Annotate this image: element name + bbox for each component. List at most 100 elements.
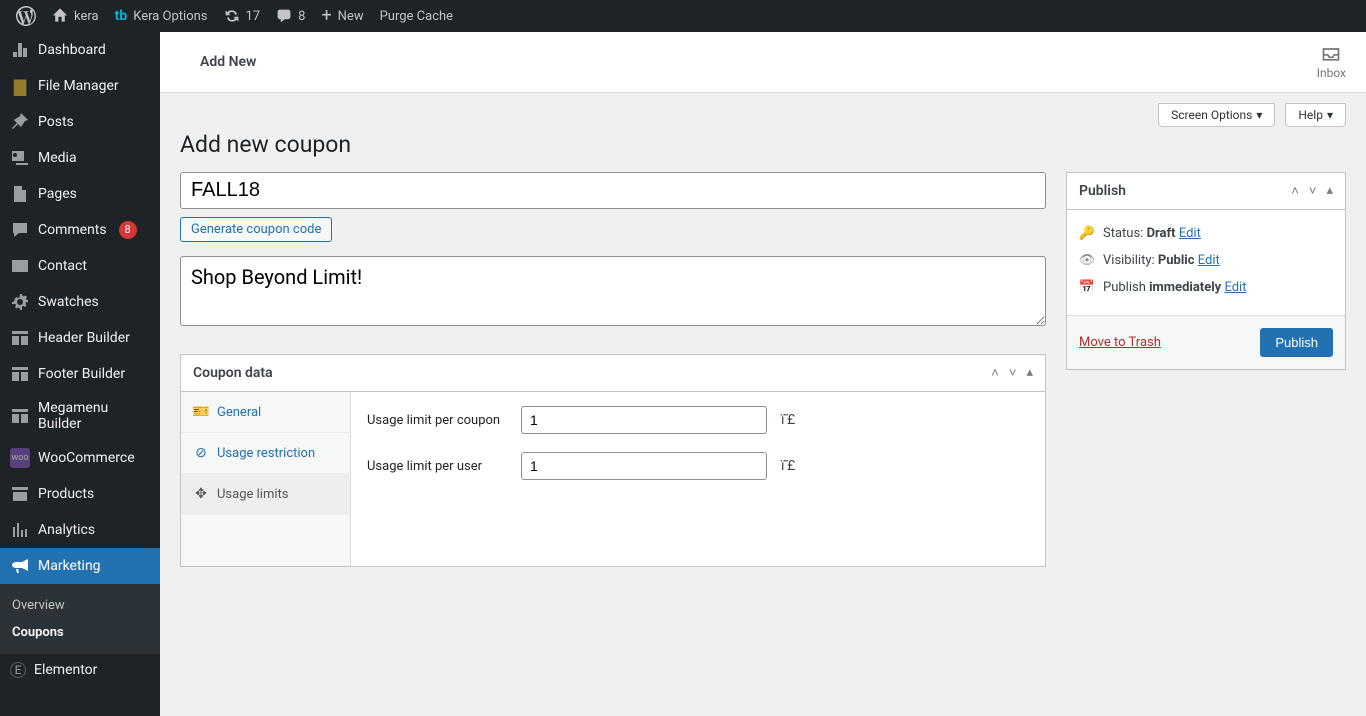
sidebar-item-dashboard[interactable]: Dashboard [0, 32, 160, 68]
generate-code-button[interactable]: Generate coupon code [180, 217, 332, 242]
megaphone-icon [10, 556, 30, 576]
move-to-trash-link[interactable]: Move to Trash [1079, 335, 1161, 350]
sidebar-item-comments[interactable]: Comments8 [0, 212, 160, 248]
sidebar-item-analytics[interactable]: Analytics [0, 512, 160, 548]
coupon-description-input[interactable]: Shop Beyond Limit! [180, 256, 1046, 326]
screen-options-tab[interactable]: Screen Options ▾ [1158, 103, 1275, 127]
main-content: Add New Inbox Screen Options ▾ Help ▾ Ad… [160, 0, 1366, 716]
move-icon: ✥ [193, 486, 209, 502]
woo-icon: woo [10, 448, 30, 468]
adminbar-comments-count: 8 [298, 9, 305, 24]
sidebar-item-label: Footer Builder [38, 366, 125, 382]
caret-down-icon: ▾ [1327, 108, 1333, 122]
limit-user-label: Usage limit per user [367, 459, 507, 474]
chevron-up-icon[interactable]: ˄ [991, 365, 999, 381]
new-content-link[interactable]: + New [313, 0, 371, 32]
updates-link[interactable]: 17 [216, 0, 269, 32]
purge-label: Purge Cache [380, 9, 453, 24]
site-home-link[interactable]: kera [44, 0, 107, 32]
limit-user-input[interactable] [521, 452, 767, 480]
status-value: Draft [1147, 226, 1176, 241]
eye-icon: 👁 [1079, 253, 1095, 268]
publish-button[interactable]: Publish [1260, 328, 1333, 357]
edit-visibility-link[interactable]: Edit [1198, 253, 1220, 268]
screen-meta-tabs: Screen Options ▾ Help ▾ [180, 103, 1346, 127]
sidebar-item-posts[interactable]: Posts [0, 104, 160, 140]
sidebar-item-label: Pages [38, 186, 77, 202]
sidebar-item-file-manager[interactable]: ▇ File Manager [0, 68, 160, 104]
submenu-overview[interactable]: Overview [0, 592, 160, 619]
sidebar-item-label: Marketing [38, 558, 101, 574]
chart-icon [10, 520, 30, 540]
visibility-row: 👁 Visibility: Public Edit [1079, 247, 1333, 274]
coupon-code-input[interactable] [180, 172, 1046, 209]
page-title: Add new coupon [180, 131, 1346, 158]
inbox-icon [1321, 44, 1341, 64]
sidebar-item-contact[interactable]: Contact [0, 248, 160, 284]
sidebar-item-label: Elementor [34, 662, 97, 678]
sidebar-item-elementor[interactable]: EElementor [0, 654, 160, 686]
publish-header: Publish ˄ ˅ ▴ [1067, 173, 1345, 210]
refresh-icon[interactable]: ï˜£ [781, 412, 793, 428]
coupon-data-box: Coupon data ˄ ˅ ▴ 🎫General ⊘Usage restri… [180, 354, 1046, 567]
sidebar-item-marketing[interactable]: Marketing [0, 548, 160, 584]
purge-cache-link[interactable]: Purge Cache [372, 0, 461, 32]
sidebar-item-megamenu[interactable]: Megamenu Builder [0, 392, 160, 440]
dashboard-icon [10, 40, 30, 60]
key-icon: 🔑 [1079, 226, 1095, 241]
inbox-label: Inbox [1317, 66, 1346, 80]
sidebar-item-woocommerce[interactable]: woo WooCommerce [0, 440, 160, 476]
publish-heading: Publish [1079, 183, 1126, 199]
caret-up-icon[interactable]: ▴ [1026, 365, 1033, 381]
admin-bar: kera tb Kera Options 17 8 + New Purge Ca… [0, 0, 1366, 32]
sidebar-item-label: WooCommerce [38, 450, 135, 466]
sidebar-item-label: File Manager [38, 78, 119, 94]
limit-coupon-label: Usage limit per coupon [367, 413, 507, 428]
sidebar-item-label: Dashboard [38, 42, 106, 58]
wp-logo[interactable] [8, 0, 44, 32]
chevron-down-icon[interactable]: ˅ [1309, 183, 1317, 199]
comments-badge: 8 [119, 221, 137, 239]
sidebar-item-swatches[interactable]: Swatches [0, 284, 160, 320]
top-strip: Add New Inbox [160, 32, 1366, 93]
submenu-coupons[interactable]: Coupons [0, 619, 160, 646]
page-icon [10, 184, 30, 204]
tab-usage-restriction[interactable]: ⊘Usage restriction [181, 433, 350, 474]
tab-usage-limits[interactable]: ✥Usage limits [181, 474, 350, 515]
inbox-button[interactable]: Inbox [1317, 44, 1346, 80]
pin-icon [10, 112, 30, 132]
sidebar-item-footer-builder[interactable]: Footer Builder [0, 356, 160, 392]
screen-options-label: Screen Options [1171, 108, 1252, 122]
help-tab[interactable]: Help ▾ [1285, 103, 1346, 127]
edit-date-link[interactable]: Edit [1224, 280, 1246, 295]
mail-icon [10, 256, 30, 276]
help-label: Help [1298, 108, 1323, 122]
publish-date-label: Publish [1103, 280, 1146, 295]
gear-icon [10, 292, 30, 312]
sidebar-item-label: Products [38, 486, 94, 502]
side-column: Publish ˄ ˅ ▴ 🔑 Status: Draft Edit [1066, 172, 1346, 370]
layout-icon [10, 406, 30, 426]
tab-general[interactable]: 🎫General [181, 392, 350, 433]
chevron-up-icon[interactable]: ˄ [1291, 183, 1299, 199]
status-label: Status: [1103, 226, 1143, 241]
comments-link[interactable]: 8 [268, 0, 313, 32]
sidebar-item-label: Header Builder [38, 330, 130, 346]
refresh-icon[interactable]: ï˜£ [781, 458, 793, 474]
layout-icon [10, 328, 30, 348]
chevron-down-icon[interactable]: ˅ [1009, 365, 1017, 381]
sidebar-item-products[interactable]: Products [0, 476, 160, 512]
admin-sidebar: Dashboard ▇ File Manager Posts Media Page… [0, 32, 160, 716]
updates-count: 17 [246, 9, 261, 24]
folder-icon: ▇ [10, 76, 30, 96]
sidebar-item-media[interactable]: Media [0, 140, 160, 176]
sidebar-item-pages[interactable]: Pages [0, 176, 160, 212]
limit-coupon-input[interactable] [521, 406, 767, 434]
sidebar-item-label: Swatches [38, 294, 99, 310]
strip-title: Add New [200, 54, 256, 70]
edit-status-link[interactable]: Edit [1179, 226, 1201, 241]
sidebar-item-header-builder[interactable]: Header Builder [0, 320, 160, 356]
visibility-label: Visibility: [1103, 253, 1155, 268]
kera-options-link[interactable]: tb Kera Options [107, 0, 216, 32]
caret-up-icon[interactable]: ▴ [1326, 183, 1333, 199]
